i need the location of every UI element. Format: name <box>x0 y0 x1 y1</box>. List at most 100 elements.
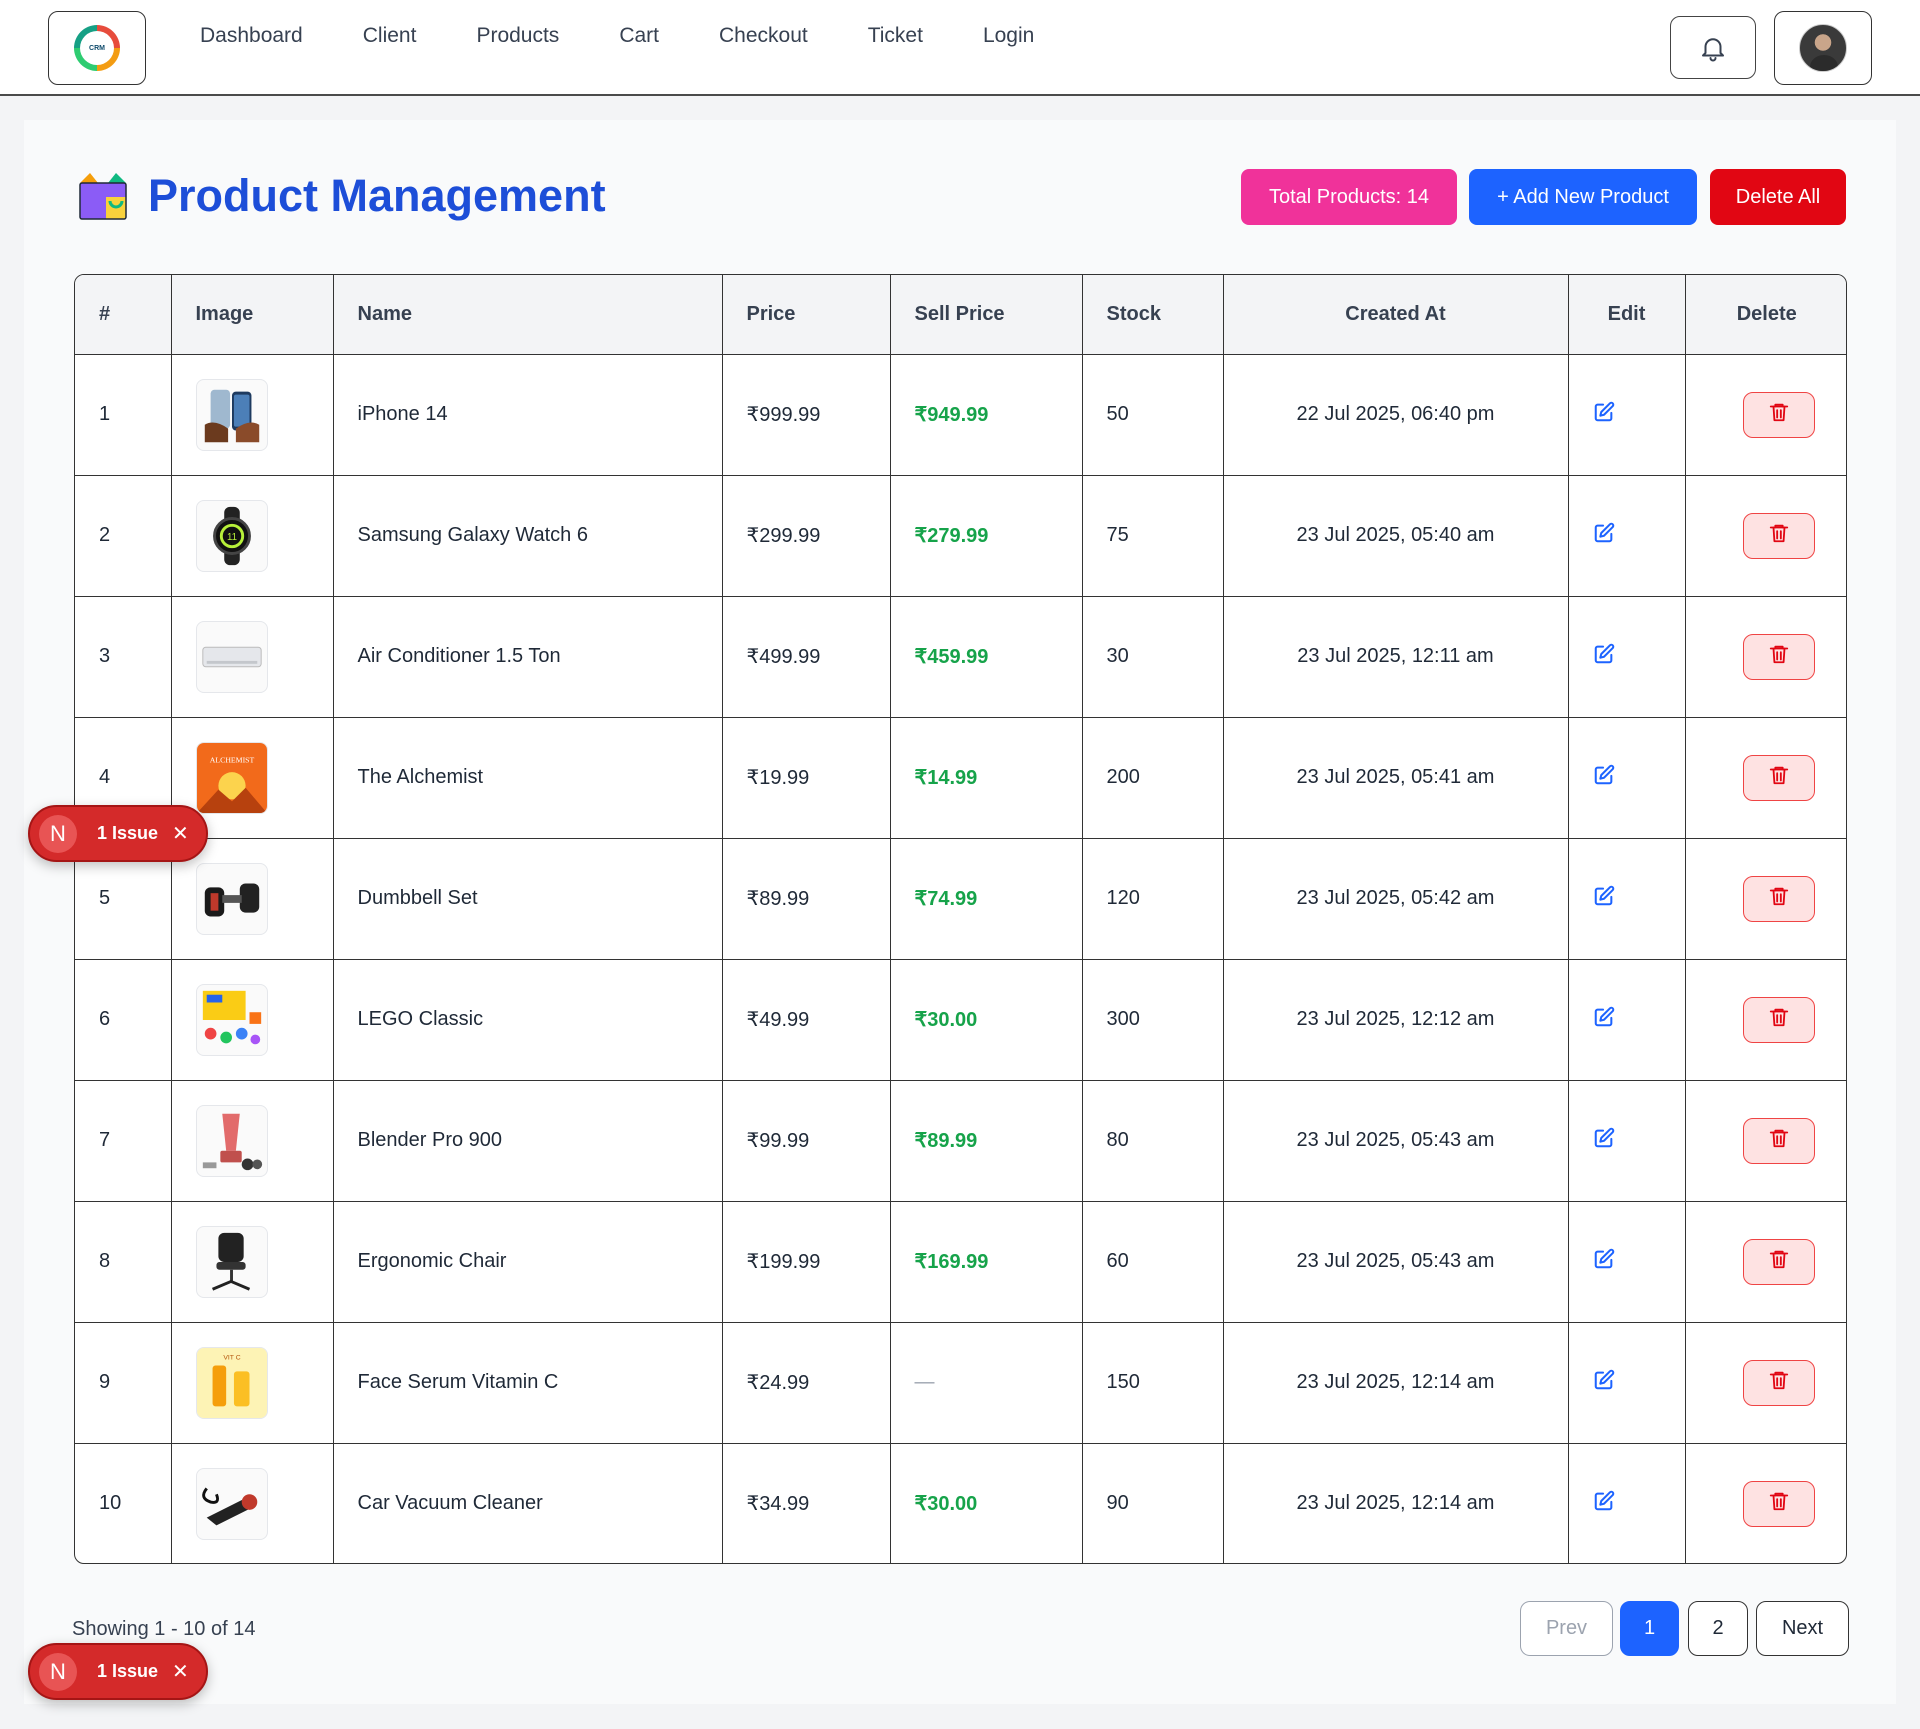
row-number: 8 <box>75 1200 172 1323</box>
row-created-at: 23 Jul 2025, 05:40 am <box>1222 474 1569 597</box>
delete-button[interactable] <box>1742 1359 1815 1406</box>
header-sell-price: Sell Price <box>889 275 1083 355</box>
row-number: 6 <box>75 958 172 1081</box>
edit-icon[interactable] <box>1593 643 1615 670</box>
nav-link-dashboard[interactable]: Dashboard <box>200 24 303 48</box>
edit-icon[interactable] <box>1593 1127 1615 1154</box>
pagination-summary: Showing 1 - 10 of 14 <box>72 1618 256 1640</box>
trash-icon <box>1768 1490 1790 1518</box>
row-stock: 150 <box>1081 1321 1224 1444</box>
delete-button[interactable] <box>1742 512 1815 559</box>
row-price: ₹999.99 <box>721 353 891 476</box>
top-navbar: CRM Dashboard Client Products Cart Check… <box>0 0 1920 96</box>
next-page-button[interactable]: Next <box>1756 1601 1849 1656</box>
nav-link-client[interactable]: Client <box>363 24 417 48</box>
avatar <box>1799 24 1847 72</box>
nav-link-checkout[interactable]: Checkout <box>719 24 808 48</box>
product-image <box>195 1467 268 1540</box>
table-header-row: # Image Name Price Sell Price Stock Crea… <box>75 275 1846 355</box>
edit-icon[interactable] <box>1593 1490 1615 1517</box>
row-delete-cell <box>1684 958 1846 1081</box>
edit-icon[interactable] <box>1593 885 1615 912</box>
row-name: LEGO Classic <box>332 958 723 1081</box>
logo[interactable]: CRM <box>48 11 146 85</box>
edit-icon[interactable] <box>1593 764 1615 791</box>
trash-icon <box>1768 401 1790 429</box>
row-delete-cell <box>1684 1079 1846 1202</box>
header-delete: Delete <box>1684 275 1846 355</box>
row-created-at: 22 Jul 2025, 06:40 pm <box>1222 353 1569 476</box>
page-2-button[interactable]: 2 <box>1688 1601 1748 1656</box>
trash-icon <box>1768 764 1790 792</box>
row-sell-price: ₹459.99 <box>889 595 1083 718</box>
row-price: ₹299.99 <box>721 474 891 597</box>
delete-all-button[interactable]: Delete All <box>1710 169 1846 225</box>
table-row: 10 Car Vacuum Cleaner ₹34.99 ₹30.00 90 23 Jul… <box>75 1442 1846 1563</box>
row-price: ₹89.99 <box>721 837 891 960</box>
row-price: ₹19.99 <box>721 716 891 839</box>
profile-button[interactable] <box>1774 11 1872 85</box>
row-sell-price: ₹279.99 <box>889 474 1083 597</box>
row-delete-cell <box>1684 474 1846 597</box>
nav-link-cart[interactable]: Cart <box>619 24 659 48</box>
row-edit-cell <box>1567 1321 1686 1444</box>
row-number: 9 <box>75 1321 172 1444</box>
nav-link-login[interactable]: Login <box>983 24 1034 48</box>
row-created-at: 23 Jul 2025, 12:14 am <box>1222 1321 1569 1444</box>
row-stock: 90 <box>1081 1442 1224 1563</box>
row-name: Face Serum Vitamin C <box>332 1321 723 1444</box>
close-icon[interactable]: ✕ <box>172 1659 189 1684</box>
row-edit-cell <box>1567 1200 1686 1323</box>
issue-badge[interactable]: N 1 Issue ✕ <box>28 805 208 862</box>
delete-button[interactable] <box>1742 754 1815 801</box>
delete-button[interactable] <box>1742 391 1815 438</box>
row-edit-cell <box>1567 1442 1686 1563</box>
edit-icon[interactable] <box>1593 401 1615 428</box>
prev-page-button[interactable]: Prev <box>1520 1601 1613 1656</box>
close-icon[interactable]: ✕ <box>172 821 189 846</box>
row-delete-cell <box>1684 837 1846 960</box>
issue-label: 1 Issue <box>97 1661 159 1681</box>
page-title: Product Management <box>148 170 606 221</box>
svg-text:VIT C: VIT C <box>223 1354 240 1361</box>
edit-icon[interactable] <box>1593 1369 1615 1396</box>
row-image-cell <box>170 595 334 718</box>
row-name: Ergonomic Chair <box>332 1200 723 1323</box>
row-sell-price: ₹949.99 <box>889 353 1083 476</box>
edit-icon[interactable] <box>1593 522 1615 549</box>
trash-icon <box>1768 1248 1790 1276</box>
issue-badge-bottom[interactable]: N 1 Issue ✕ <box>28 1643 208 1700</box>
row-stock: 80 <box>1081 1079 1224 1202</box>
header-edit: Edit <box>1567 275 1686 355</box>
page-1-button[interactable]: 1 <box>1620 1601 1679 1656</box>
logo-icon: CRM <box>74 25 120 71</box>
nav-link-ticket[interactable]: Ticket <box>868 24 923 48</box>
delete-button[interactable] <box>1742 1238 1815 1285</box>
delete-button[interactable] <box>1742 875 1815 922</box>
header-price: Price <box>721 275 891 355</box>
row-number: 1 <box>75 353 172 476</box>
table-row: 3 Air Conditioner 1.5 Ton ₹499.99 ₹459.99 30… <box>75 595 1846 718</box>
delete-button[interactable] <box>1742 1117 1815 1164</box>
notifications-button[interactable] <box>1670 16 1756 79</box>
row-delete-cell <box>1684 353 1846 476</box>
add-new-product-button[interactable]: + Add New Product <box>1469 169 1697 225</box>
row-delete-cell <box>1684 1321 1846 1444</box>
row-edit-cell <box>1567 1079 1686 1202</box>
row-stock: 200 <box>1081 716 1224 839</box>
row-name: iPhone 14 <box>332 353 723 476</box>
edit-icon[interactable] <box>1593 1248 1615 1275</box>
delete-button[interactable] <box>1742 633 1815 680</box>
product-image <box>195 862 268 935</box>
row-stock: 120 <box>1081 837 1224 960</box>
header-stock: Stock <box>1081 275 1224 355</box>
edit-icon[interactable] <box>1593 1006 1615 1033</box>
product-image <box>195 1225 268 1298</box>
row-created-at: 23 Jul 2025, 12:14 am <box>1222 1442 1569 1563</box>
delete-button[interactable] <box>1742 996 1815 1043</box>
row-edit-cell <box>1567 353 1686 476</box>
trash-icon <box>1768 1127 1790 1155</box>
nav-link-products[interactable]: Products <box>476 24 559 48</box>
row-image-cell <box>170 353 334 476</box>
delete-button[interactable] <box>1742 1480 1815 1527</box>
